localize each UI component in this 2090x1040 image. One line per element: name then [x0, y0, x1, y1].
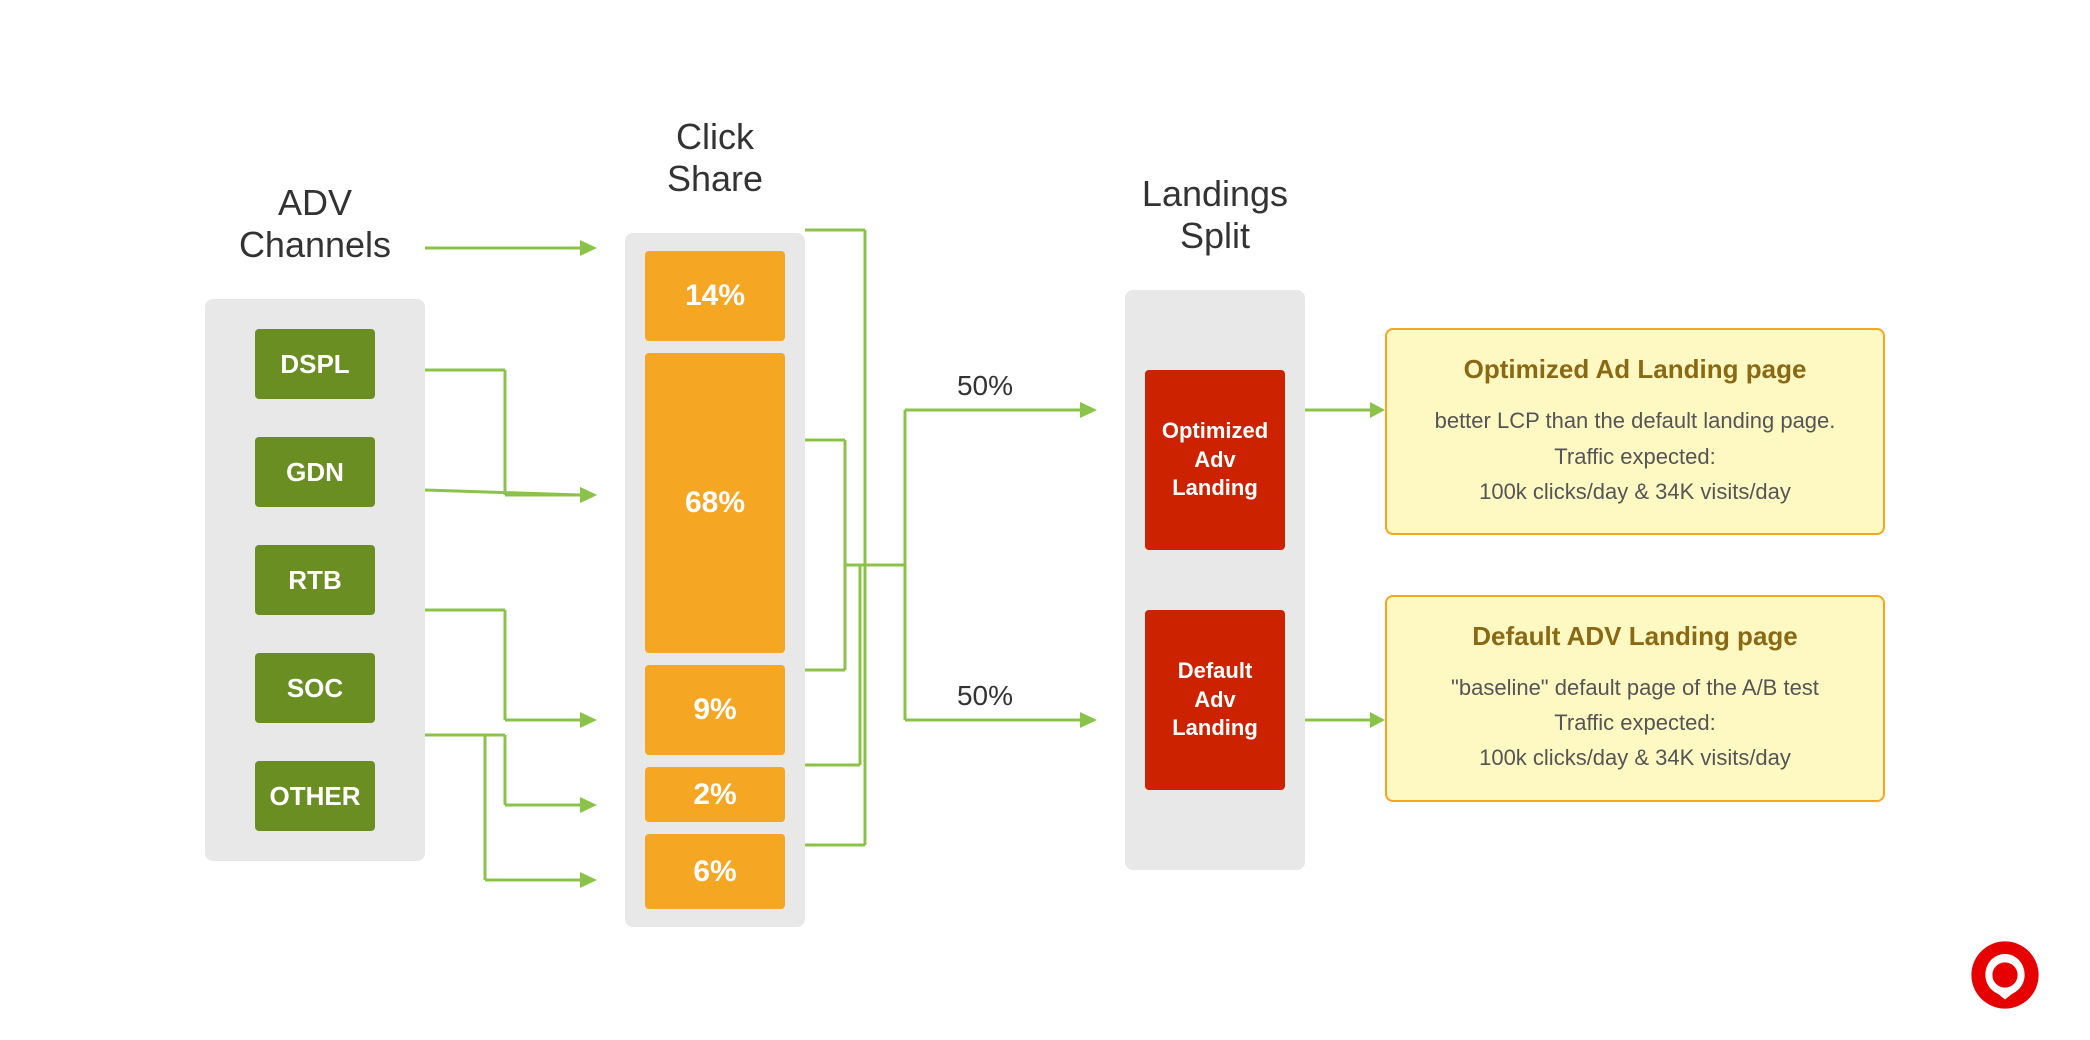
main-container: ADVChannels DSPL GDN RTB SOC OTHER [0, 0, 2090, 1040]
optimized-adv-landing-box: OptimizedAdvLanding [1145, 370, 1285, 550]
landings-split-header: LandingsSplit [1142, 170, 1288, 260]
landing-to-info-arrows [1305, 180, 1385, 950]
click-to-landing-arrows: 50% 50% [805, 180, 1125, 950]
adv-box-rtb: RTB [255, 545, 375, 615]
adv-box-dspl: DSPL [255, 329, 375, 399]
adv-channels-section: ADVChannels DSPL GDN RTB SOC OTHER [205, 179, 425, 861]
click-column-bg: 14% 68% 9% 2% 6% [625, 233, 805, 927]
click-share-header: ClickShare [667, 113, 763, 203]
optimized-card-body: better LCP than the default landing page… [1415, 403, 1855, 509]
click-box-6: 6% [645, 834, 785, 909]
optimized-card-title: Optimized Ad Landing page [1415, 354, 1855, 385]
default-adv-landing-box: DefaultAdvLanding [1145, 610, 1285, 790]
svg-text:50%: 50% [957, 680, 1013, 711]
landings-column-bg: OptimizedAdvLanding DefaultAdvLanding [1125, 290, 1305, 870]
adv-box-soc: SOC [255, 653, 375, 723]
default-card-body: "baseline" default page of the A/B testT… [1415, 670, 1855, 776]
landings-split-section: LandingsSplit OptimizedAdvLanding Defaul… [1125, 170, 1305, 870]
click-box-9: 9% [645, 665, 785, 755]
adv-column-bg: DSPL GDN RTB SOC OTHER [205, 299, 425, 861]
adv-to-click-arrows [425, 180, 625, 950]
click-box-14: 14% [645, 251, 785, 341]
svg-text:50%: 50% [957, 370, 1013, 401]
adv-box-gdn: GDN [255, 437, 375, 507]
click-share-section: ClickShare 14% 68% 9% 2% 6% [625, 113, 805, 927]
click-box-68: 68% [645, 353, 785, 653]
vodafone-logo [1970, 940, 2040, 1010]
info-cards-section: Optimized Ad Landing page better LCP tha… [1385, 328, 1885, 801]
default-info-card: Default ADV Landing page "baseline" defa… [1385, 595, 1885, 802]
optimized-info-card: Optimized Ad Landing page better LCP tha… [1385, 328, 1885, 535]
adv-box-other: OTHER [255, 761, 375, 831]
click-box-2: 2% [645, 767, 785, 822]
adv-channels-header: ADVChannels [239, 179, 391, 269]
default-card-title: Default ADV Landing page [1415, 621, 1855, 652]
